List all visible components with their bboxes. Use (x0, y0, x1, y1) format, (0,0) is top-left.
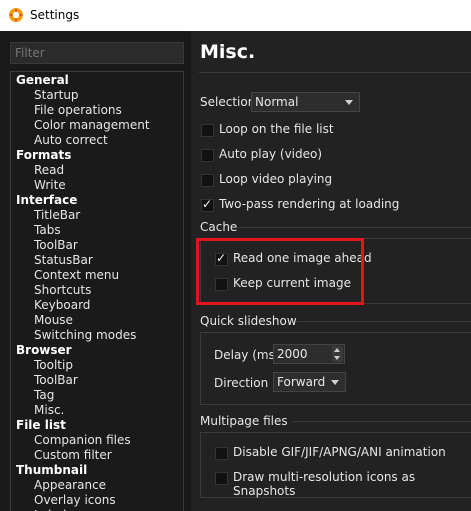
cache-divider (237, 227, 471, 228)
tree-item[interactable]: Switching modes (11, 328, 183, 343)
multipage-divider (293, 421, 471, 422)
tree-item[interactable]: Startup (11, 88, 183, 103)
selection-value: Normal (255, 95, 299, 109)
checkbox-label[interactable]: Two-pass rendering at loading (219, 197, 399, 211)
app-logo-icon (9, 8, 23, 22)
direction-label: Direction (214, 376, 269, 390)
page-title: Misc. (200, 41, 256, 63)
tree-item[interactable]: TitleBar (11, 208, 183, 223)
checkbox[interactable] (215, 472, 228, 485)
tree-item[interactable]: Tabs (11, 223, 183, 238)
tree-item[interactable]: StatusBar (11, 253, 183, 268)
settings-sidebar: GeneralStartupFile operationsColor manag… (0, 31, 191, 511)
checkbox-label[interactable]: Disable GIF/JIF/APNG/ANI animation (233, 445, 446, 459)
tree-item[interactable]: Custom filter (11, 448, 183, 463)
tree-item[interactable]: Write (11, 178, 183, 193)
tree-group[interactable]: Browser (11, 343, 183, 358)
tree-group[interactable]: Thumbnail (11, 463, 183, 478)
tree-item[interactable]: Context menu (11, 268, 183, 283)
checkbox[interactable]: ✓ (201, 197, 214, 212)
direction-value: Forward (277, 375, 326, 389)
tree-group[interactable]: Interface (11, 193, 183, 208)
tree-item[interactable]: Appearance (11, 478, 183, 493)
tree-item[interactable]: Keyboard (11, 298, 183, 313)
tree-item[interactable]: ToolBar (11, 373, 183, 388)
checkbox[interactable] (201, 149, 214, 162)
tree-item[interactable]: ToolBar (11, 238, 183, 253)
tree-item[interactable]: Overlay icons (11, 493, 183, 508)
tree-group[interactable]: File list (11, 418, 183, 433)
direction-dropdown[interactable]: Forward (273, 372, 346, 392)
tree-item[interactable]: Misc. (11, 403, 183, 418)
tree-item[interactable]: Companion files (11, 433, 183, 448)
tree-item[interactable]: Shortcuts (11, 283, 183, 298)
slideshow-section-title: Quick slideshow (200, 314, 297, 328)
slideshow-divider (297, 321, 471, 322)
checkbox-label[interactable]: Loop on the file list (219, 122, 334, 136)
checkbox[interactable] (215, 447, 228, 460)
selection-dropdown[interactable]: Normal (251, 92, 360, 112)
tree-item[interactable]: Auto correct (11, 133, 183, 148)
checkmark-icon: ✓ (202, 197, 213, 211)
highlight-box (196, 238, 364, 305)
filter-input[interactable] (10, 42, 184, 64)
checkbox-label[interactable]: Loop video playing (219, 172, 332, 186)
tree-item[interactable]: Tooltip (11, 358, 183, 373)
multipage-section-title: Multipage files (200, 414, 288, 428)
delay-value: 2000 (277, 347, 308, 361)
settings-tree[interactable]: General Startup File operations Color manag… (10, 71, 184, 511)
settings-page: Misc. Selection Normal Loop on the file … (191, 31, 471, 511)
tree-group[interactable]: General (11, 73, 183, 88)
spin-up-icon[interactable] (332, 346, 343, 354)
tree-item[interactable]: Read (11, 163, 183, 178)
checkbox[interactable] (201, 124, 214, 137)
title-divider (199, 72, 471, 73)
tree-group[interactable]: Formats (11, 148, 183, 163)
tree-item[interactable]: File operations (11, 103, 183, 118)
chevron-down-icon (345, 100, 353, 105)
selection-label: Selection (200, 95, 256, 109)
title-bar: Settings (0, 0, 471, 31)
spin-down-icon[interactable] (332, 354, 343, 362)
tree-item[interactable]: Mouse (11, 313, 183, 328)
delay-spinbox[interactable]: 2000 (273, 344, 345, 364)
cache-section-title: Cache (200, 220, 238, 234)
checkbox[interactable] (201, 174, 214, 187)
checkbox-label[interactable]: Draw multi-resolution icons as Snapshots (233, 470, 471, 498)
delay-label: Delay (ms) (214, 348, 280, 362)
slideshow-group (200, 332, 471, 405)
chevron-down-icon (331, 380, 339, 385)
checkbox-label[interactable]: Auto play (video) (219, 147, 322, 161)
window-title: Settings (30, 8, 80, 22)
tree-item[interactable]: Color management (11, 118, 183, 133)
tree-item[interactable]: Tag (11, 388, 183, 403)
